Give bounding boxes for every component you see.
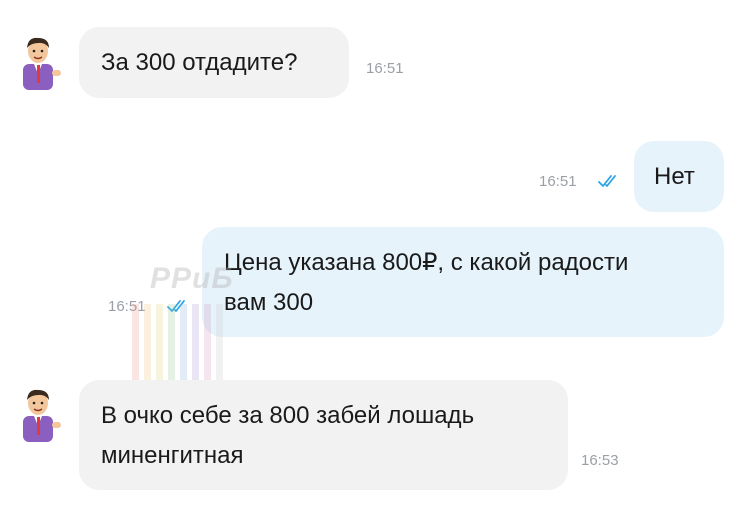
message-text-line: Цена указана 800₽, с какой радости	[224, 249, 629, 276]
avatar-icon[interactable]	[16, 386, 62, 444]
message-time: 16:51	[108, 298, 146, 315]
message-time: 16:51	[539, 173, 577, 190]
message-text-line: миненгитная	[101, 442, 244, 469]
message-bubble-incoming[interactable]: В очко себе за 800 забей лошадь миненгит…	[79, 380, 568, 490]
double-check-icon	[166, 298, 192, 314]
message-text: Нет	[654, 163, 695, 190]
message-text-line: В очко себе за 800 забей лошадь	[101, 402, 475, 429]
message-bubble-incoming[interactable]: За 300 отдадите?	[79, 27, 349, 98]
double-check-icon	[597, 173, 623, 189]
message-time: 16:51	[366, 60, 404, 77]
message-text: За 300 отдадите?	[101, 49, 298, 76]
message-text-line: вам 300	[224, 289, 314, 316]
message-bubble-outgoing[interactable]: Нет	[634, 141, 724, 212]
message-bubble-outgoing[interactable]: Цена указана 800₽, с какой радости вам 3…	[202, 227, 724, 337]
avatar-icon[interactable]	[16, 34, 62, 92]
message-time: 16:53	[581, 452, 619, 469]
chat-thread: За 300 отдадите? 16:51 16:51 Нет Цена ук…	[0, 0, 739, 512]
